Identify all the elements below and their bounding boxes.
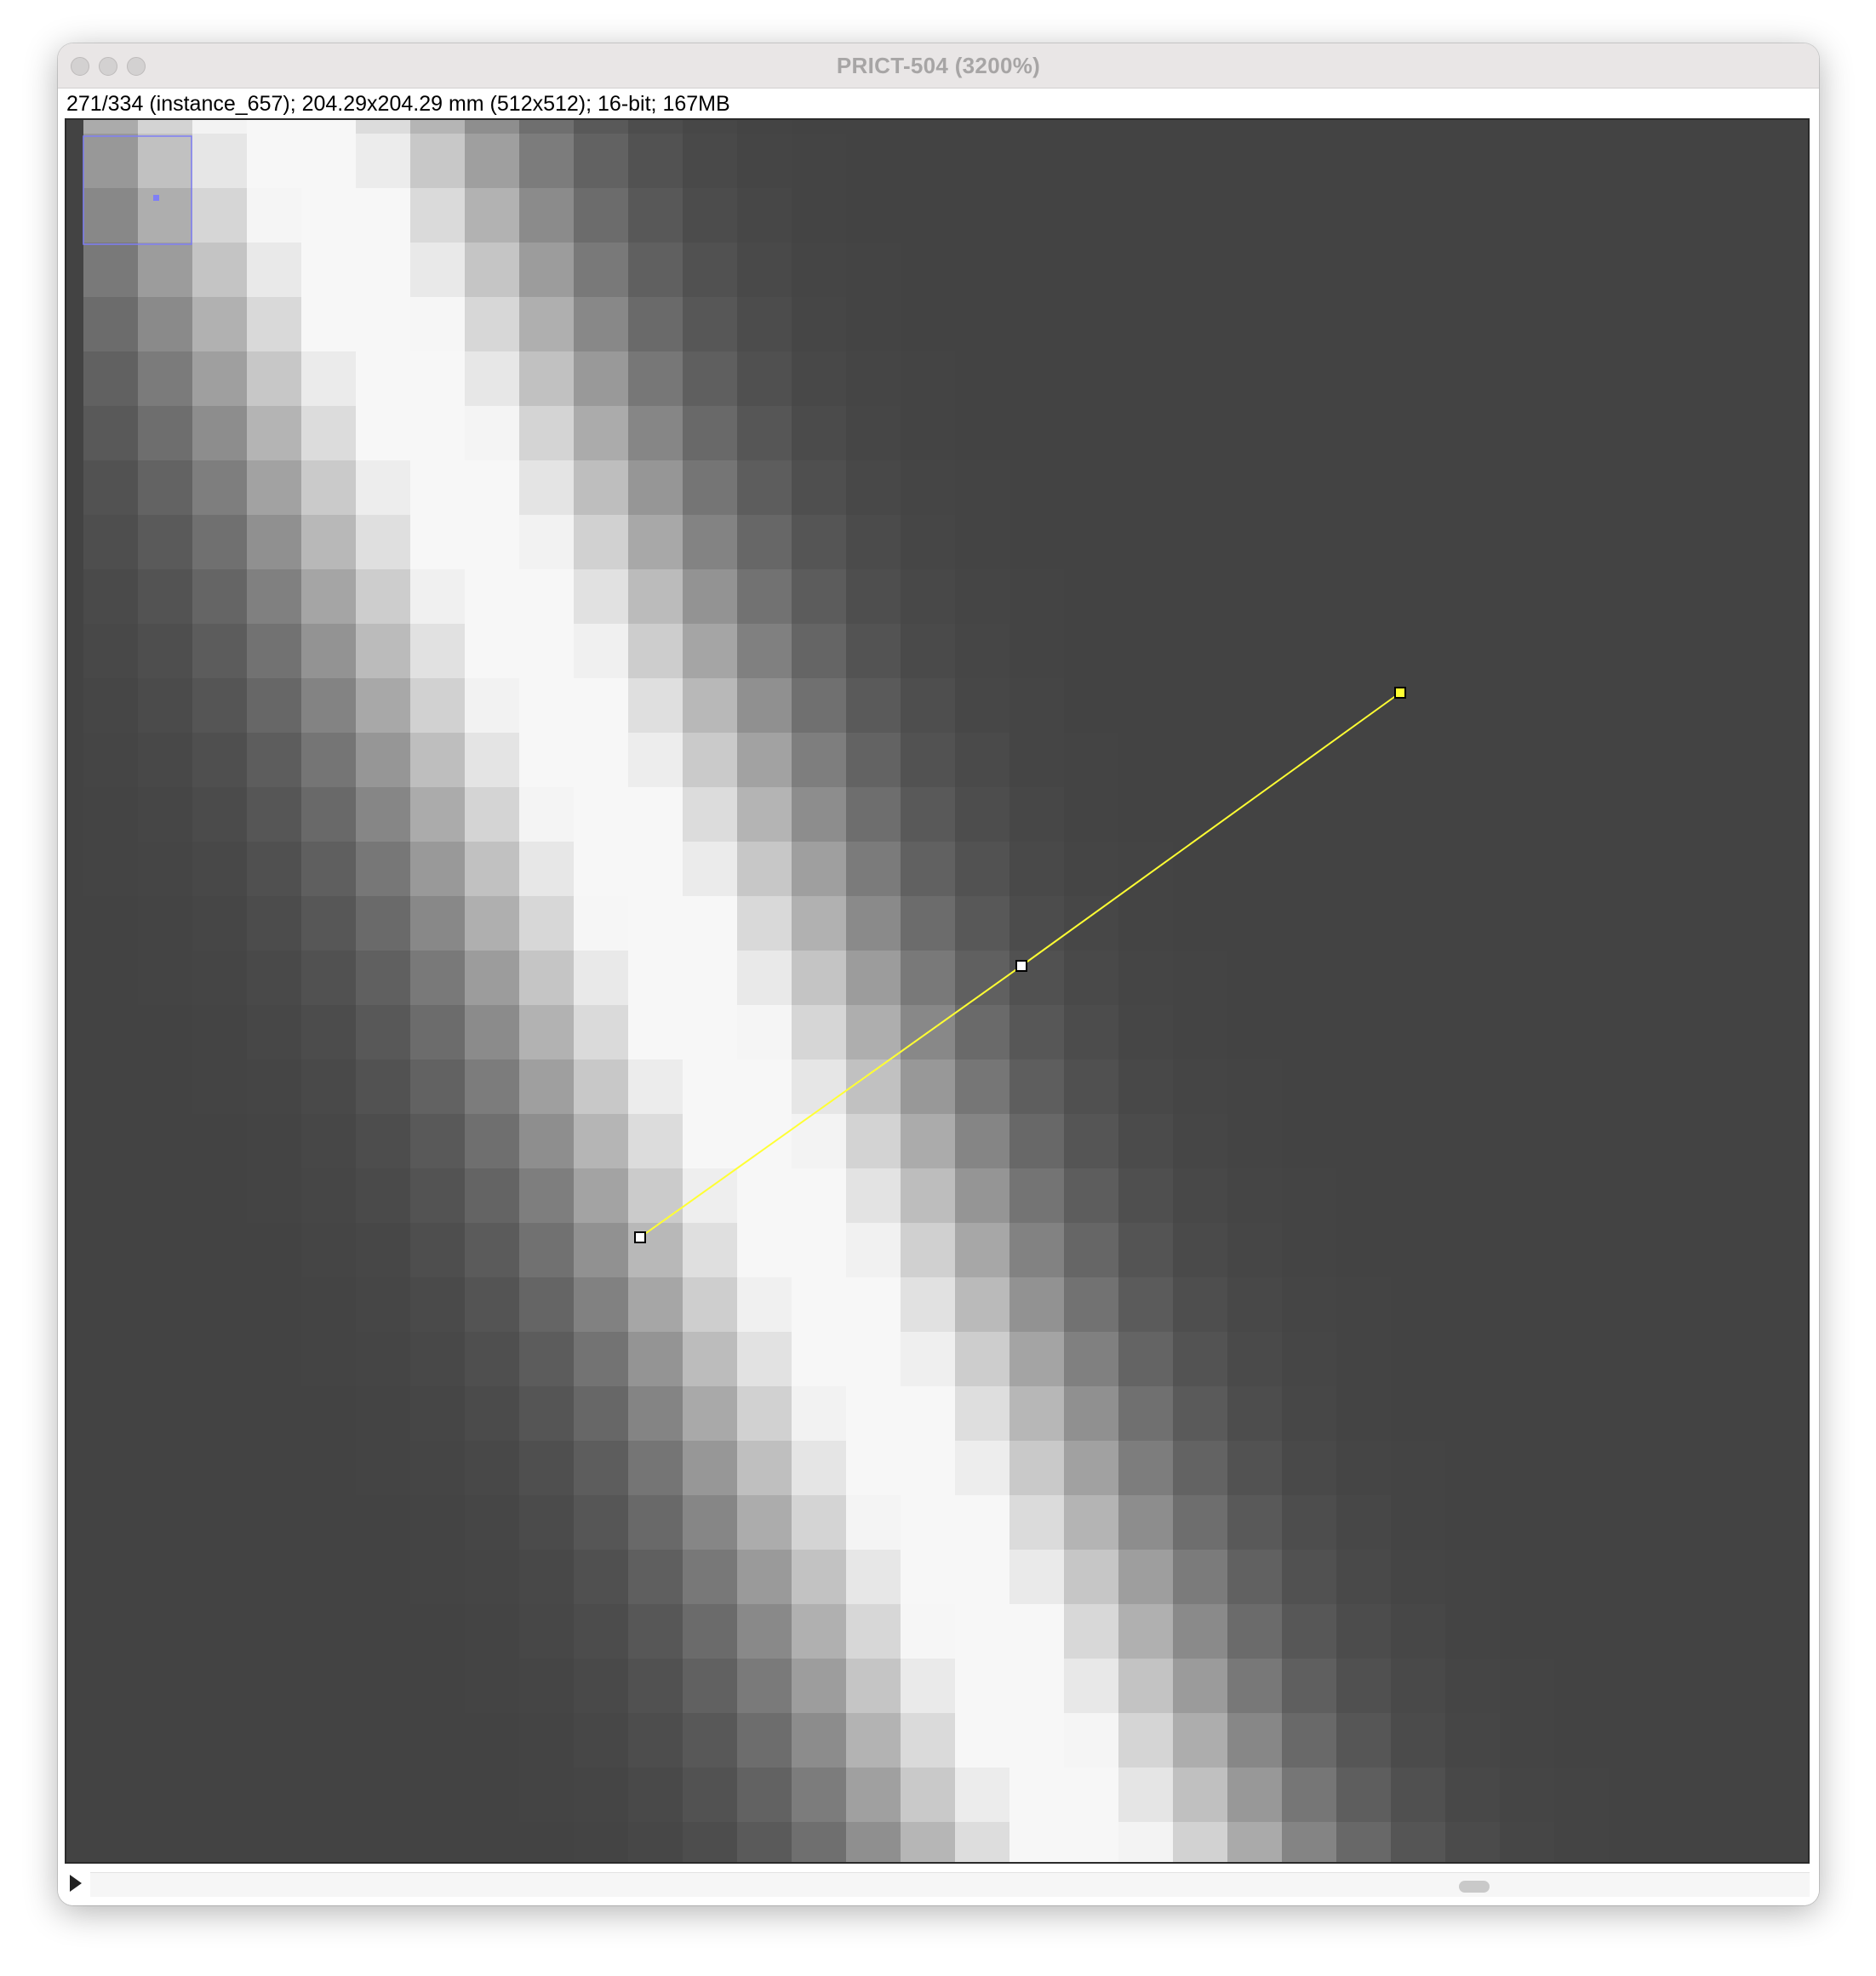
stack-slider-bar bbox=[58, 1864, 1819, 1905]
navigator-position-dot bbox=[153, 195, 159, 201]
roi-handle-end[interactable] bbox=[1394, 687, 1406, 699]
window-title: PRICT-504 (3200%) bbox=[836, 53, 1041, 78]
roi-handle-start[interactable] bbox=[634, 1231, 646, 1243]
navigator-rect[interactable] bbox=[83, 135, 192, 245]
roi-handle-middle[interactable] bbox=[1015, 960, 1027, 972]
image-canvas[interactable] bbox=[65, 118, 1810, 1864]
play-icon[interactable] bbox=[70, 1875, 82, 1892]
roi-overlay[interactable] bbox=[66, 120, 1808, 1862]
slice-scroll-thumb[interactable] bbox=[1459, 1881, 1490, 1893]
image-window: PRICT-504 (3200%) 271/334 (instance_657)… bbox=[58, 43, 1819, 1905]
title-bar[interactable]: PRICT-504 (3200%) bbox=[58, 43, 1819, 89]
slice-scrollbar[interactable] bbox=[90, 1872, 1810, 1897]
image-info-bar: 271/334 (instance_657); 204.29x204.29 mm… bbox=[66, 92, 730, 116]
